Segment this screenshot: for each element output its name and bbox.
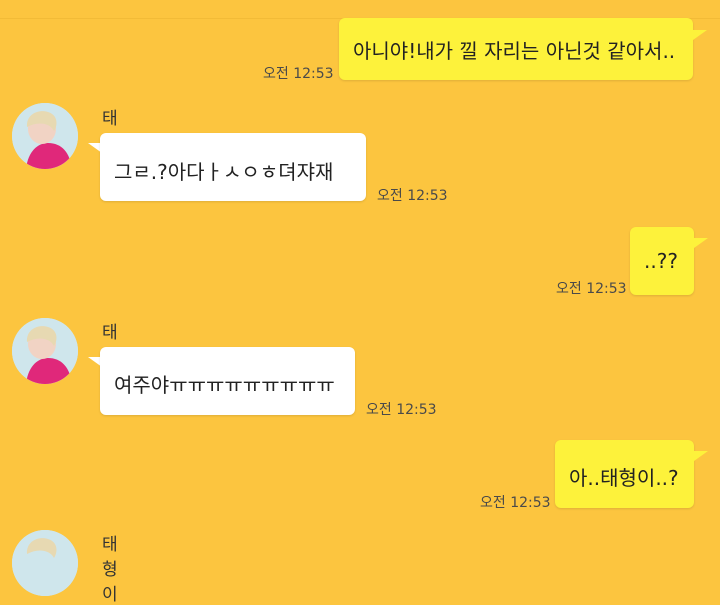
message-time: 오전 12:53 <box>263 66 334 82</box>
avatar-photo-icon <box>12 318 78 384</box>
message-time: 오전 12:53 <box>366 402 437 418</box>
message-time: 오전 12:53 <box>556 281 627 297</box>
contact-name: 태형이 <box>102 535 118 605</box>
message-bubble[interactable]: 아..태형이..? <box>555 440 694 508</box>
bubble-tail <box>693 30 707 40</box>
avatar[interactable] <box>12 103 78 169</box>
message-text: 여주야ㅠㅠㅠㅠㅠㅠㅠㅠㅠ <box>114 373 335 397</box>
message-bubble[interactable]: 여주야ㅠㅠㅠㅠㅠㅠㅠㅠㅠ <box>100 347 355 415</box>
message-text: 아니야!내가 낄 자리는 아닌것 같아서.. <box>353 39 676 63</box>
top-divider <box>0 0 720 19</box>
message-time: 오전 12:53 <box>377 188 448 204</box>
message-text: 아..태형이..? <box>569 466 679 490</box>
message-bubble[interactable]: 그ㄹ.?아다ㅏㅅㅇㅎ뎌쟈재 <box>100 133 366 201</box>
avatar[interactable] <box>12 318 78 384</box>
bubble-tail <box>694 238 708 248</box>
message-bubble[interactable]: 아니야!내가 낄 자리는 아닌것 같아서.. <box>339 18 693 80</box>
avatar-photo-icon <box>12 103 78 169</box>
message-time: 오전 12:53 <box>480 495 551 511</box>
message-text: ..?? <box>644 249 678 273</box>
message-text: 그ㄹ.?아다ㅏㅅㅇㅎ뎌쟈재 <box>114 160 334 184</box>
message-bubble[interactable]: ..?? <box>630 227 694 295</box>
bubble-tail <box>694 451 708 461</box>
